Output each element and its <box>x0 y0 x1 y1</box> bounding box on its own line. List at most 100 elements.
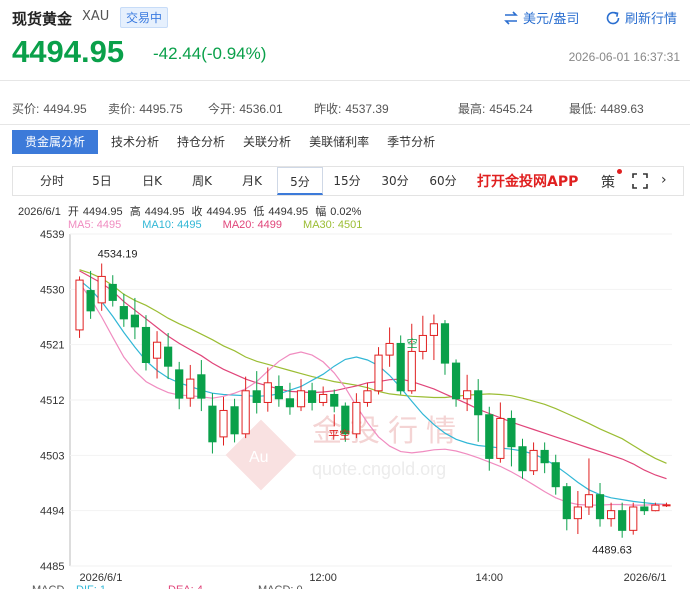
bar-close: 4494.95 <box>206 206 247 218</box>
candle-body <box>507 417 516 448</box>
strategy-button[interactable]: 策 <box>601 172 615 192</box>
stat-low: 最低: 4489.63 <box>569 100 644 117</box>
candle-body <box>108 283 117 301</box>
stat-label: 今开: <box>208 102 236 116</box>
y-tick-label: 4494 <box>40 506 64 518</box>
y-tick-label: 4503 <box>40 450 64 462</box>
period-tab-60min[interactable]: 60分 <box>421 167 465 195</box>
candle-body <box>164 346 173 367</box>
y-tick-label: 4539 <box>40 229 64 241</box>
cover-signal-label: 平空 <box>328 427 350 441</box>
candle-body <box>662 504 671 507</box>
y-tick-label: 4530 <box>40 284 64 296</box>
candle-body <box>562 486 571 520</box>
candle-body <box>186 378 195 399</box>
bar-high: 4494.95 <box>144 206 185 218</box>
candle-body <box>429 323 439 336</box>
stat-open: 今开: 4536.01 <box>208 100 283 117</box>
bar-low-label: 低 <box>253 206 265 218</box>
stat-label: 昨收: <box>314 102 342 116</box>
tab-precious-metals[interactable]: 贵金属分析 <box>12 130 99 154</box>
candle-body <box>363 390 372 403</box>
candle-body <box>407 350 416 392</box>
stat-label: 最高: <box>458 102 486 116</box>
tab-seasonal[interactable]: 季节分析 <box>378 130 444 154</box>
candle-body <box>518 446 527 472</box>
chevron-right-icon[interactable]: › <box>661 172 667 188</box>
candle-body <box>551 462 560 488</box>
stat-value: 4536.01 <box>239 102 283 116</box>
candle-body <box>385 342 394 356</box>
period-tab-15min[interactable]: 15分 <box>325 167 369 195</box>
period-tab-30min[interactable]: 30分 <box>373 167 417 195</box>
candle-body <box>252 390 261 403</box>
status-badge: 交易中 <box>120 7 169 28</box>
bar-amp: 0.02% <box>330 206 362 218</box>
candle-body <box>440 323 450 364</box>
refresh-button[interactable]: 刷新行情 <box>605 8 677 27</box>
candle-body <box>396 342 405 392</box>
candle-body <box>618 510 627 531</box>
candle-body <box>352 401 361 435</box>
candle-body <box>119 306 128 320</box>
bar-open-label: 开 <box>67 206 79 218</box>
watermark-logo-text: Au <box>249 449 269 466</box>
tab-positions[interactable]: 持仓分析 <box>168 130 234 154</box>
candle-body <box>296 390 306 408</box>
bar-low: 4494.95 <box>268 206 309 218</box>
indicator-label: DIF: 1 <box>76 584 106 589</box>
price-change: -42.44(-0.94%) <box>153 44 267 63</box>
header: 现货黄金 XAU 交易中 美元/盎司 刷新行情 <box>0 0 690 32</box>
candle-body <box>651 504 660 512</box>
notification-dot <box>617 169 622 174</box>
open-app-link[interactable]: 打开金投网APP <box>477 171 578 191</box>
stat-value: 4489.63 <box>600 102 644 116</box>
indicator-label: MACD <box>32 584 64 589</box>
x-tick-label: 2026/6/1 <box>80 572 123 584</box>
candle-body <box>307 390 317 403</box>
candle-body <box>374 354 383 392</box>
tab-fed-rate[interactable]: 美联储利率 <box>300 130 378 154</box>
period-tab-timeshare[interactable]: 分时 <box>27 167 77 195</box>
stat-value: 4495.75 <box>139 102 183 116</box>
refresh-icon <box>606 11 620 24</box>
indicator-label: MACD: 0 <box>258 584 303 589</box>
candle-body <box>285 398 295 408</box>
candle-body <box>330 393 339 407</box>
candle-body <box>75 279 84 331</box>
stat-high: 最高: 4545.24 <box>458 100 533 117</box>
period-tab-weekly[interactable]: 周K <box>177 167 227 195</box>
currency-button[interactable]: 美元/盎司 <box>503 8 579 27</box>
bar-date: 2026/6/1 <box>18 206 61 218</box>
period-toolbar: 分时 5日 日K 周K 月K 5分 15分 30分 60分 打开金投网APP 策… <box>12 166 684 196</box>
candle-body <box>463 390 472 400</box>
swap-icon <box>504 10 518 25</box>
candle-body <box>274 385 283 400</box>
short-signal-label: 空 <box>407 336 418 350</box>
max-price-label: 4534.19 <box>98 249 138 261</box>
candle-body <box>152 341 162 359</box>
candle-body <box>97 275 106 304</box>
period-tab-5min[interactable]: 5分 <box>277 167 323 195</box>
bar-close-label: 收 <box>191 206 203 218</box>
candle-body <box>485 414 494 459</box>
candle-body <box>86 290 95 312</box>
tab-correlation[interactable]: 关联分析 <box>234 130 300 154</box>
period-tab-daily[interactable]: 日K <box>127 167 177 195</box>
kline-chart[interactable]: 4539453045214512450344944485金投行情quote.cn… <box>0 228 690 589</box>
candle-body <box>584 494 594 508</box>
candle-body <box>595 494 605 520</box>
period-tab-5day[interactable]: 5日 <box>77 167 127 195</box>
tab-technical[interactable]: 技术分析 <box>102 130 168 154</box>
candle-body <box>540 449 549 464</box>
currency-button-label: 美元/盎司 <box>523 12 580 27</box>
candle-body <box>606 510 616 520</box>
candle-body <box>451 362 461 400</box>
candle-body <box>130 314 140 328</box>
fullscreen-icon[interactable] <box>631 172 649 190</box>
candle-body <box>496 417 505 459</box>
candle-body <box>175 369 184 399</box>
period-tab-monthly[interactable]: 月K <box>227 167 277 195</box>
candle-body <box>529 449 538 472</box>
x-tick-label: 2026/6/1 <box>624 572 667 584</box>
